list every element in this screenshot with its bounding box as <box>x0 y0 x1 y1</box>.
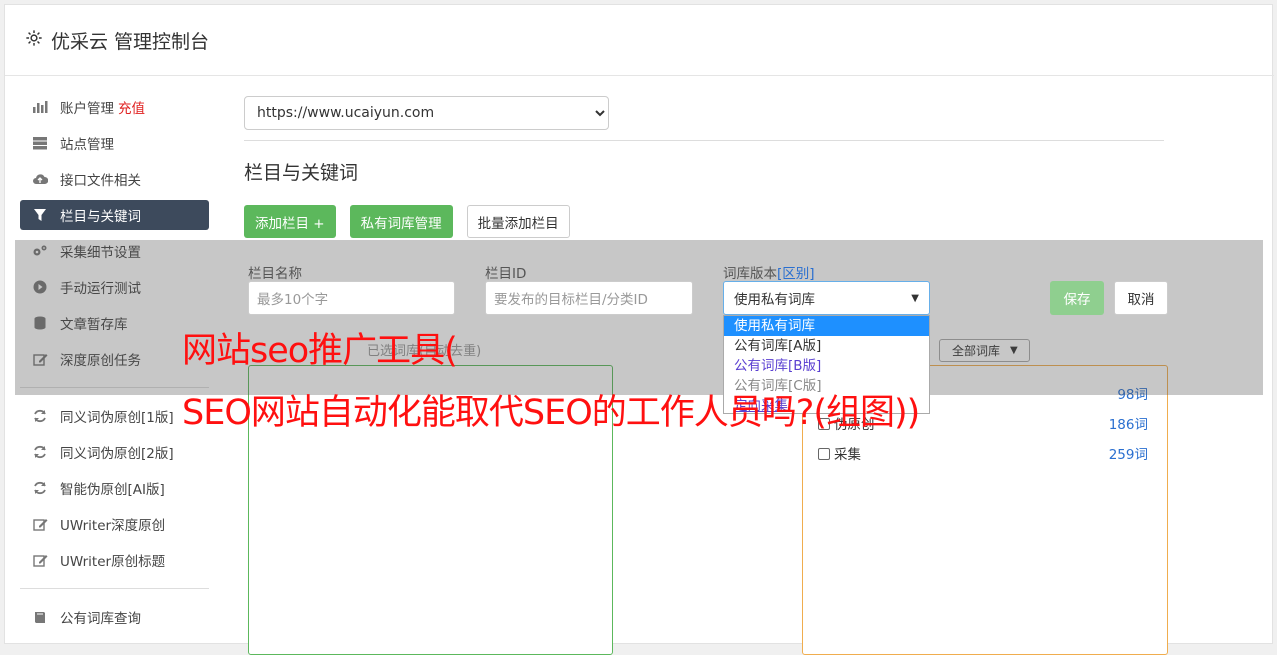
refresh-icon <box>31 407 49 425</box>
dropdown-option[interactable]: 公有词库[A版] <box>724 336 929 356</box>
sidebar-item-label: 接口文件相关 <box>60 173 141 189</box>
edit-icon <box>31 515 49 533</box>
filter-icon <box>31 206 49 224</box>
gear-icon[interactable] <box>25 29 43 51</box>
sidebar-item-label: 智能伪原创[AI版] <box>60 482 165 498</box>
cloud-upload-icon <box>31 170 49 188</box>
col-name-label: 栏目名称 <box>248 266 302 282</box>
lib-row-name: 采集 <box>834 447 861 463</box>
save-button[interactable]: 保存 <box>1050 281 1104 315</box>
sidebar-divider <box>20 588 209 589</box>
lib-row[interactable]: 采集 259词 <box>818 443 1148 463</box>
sidebar-item-label: 公有词库查询 <box>60 611 141 627</box>
lib-row-count: 186词 <box>1108 417 1148 433</box>
divider <box>244 140 1164 141</box>
sidebar-item-sites[interactable]: 站点管理 <box>20 128 209 158</box>
sidebar-item-columns-keywords[interactable]: 栏目与关键词 <box>20 200 209 230</box>
refresh-icon <box>31 479 49 497</box>
col-id-label: 栏目ID <box>485 266 527 282</box>
edit-icon <box>31 551 49 569</box>
main-area: https://www.ucaiyun.com <box>244 96 1164 130</box>
checkbox[interactable] <box>818 448 830 460</box>
sidebar-item-label: 站点管理 <box>60 137 114 153</box>
sidebar-item-uwriter-deep[interactable]: UWriter深度原创 <box>20 509 209 539</box>
sidebar-item-uwriter-title[interactable]: UWriter原创标题 <box>20 545 209 575</box>
sidebar-item-label: 账户管理 <box>60 101 114 117</box>
sidebar-item-public-lib[interactable]: 公有词库查询 <box>20 602 209 632</box>
lib-row-count: 259词 <box>1108 447 1148 463</box>
section-title: 栏目与关键词 <box>244 162 359 184</box>
sidebar-item-synonym-v2[interactable]: 同义词伪原创[2版] <box>20 437 209 467</box>
button-row: 添加栏目 + 私有词库管理 批量添加栏目 <box>244 205 570 238</box>
refresh-icon <box>31 443 49 461</box>
recharge-link[interactable]: 充值 <box>118 97 145 117</box>
site-select[interactable]: https://www.ucaiyun.com <box>244 96 609 130</box>
sidebar-item-label: 同义词伪原创[1版] <box>60 410 174 426</box>
sidebar-item-synonym-v1[interactable]: 同义词伪原创[1版] <box>20 401 209 431</box>
sidebar-item-interface[interactable]: 接口文件相关 <box>20 164 209 194</box>
private-lib-button[interactable]: 私有词库管理 <box>349 205 453 238</box>
col-name-input[interactable]: 最多10个字 <box>248 281 455 315</box>
diff-link[interactable]: [区别] <box>777 266 815 282</box>
dropdown-option[interactable]: 使用私有词库 <box>724 316 929 336</box>
lib-version-label: 词库版本[区别] <box>723 262 815 282</box>
sidebar-item-account[interactable]: 账户管理 充值 <box>20 92 209 122</box>
dropdown-option[interactable]: 公有词库[B版] <box>724 356 929 376</box>
sidebar-item-ai-rewrite[interactable]: 智能伪原创[AI版] <box>20 473 209 503</box>
sidebar-item-label: UWriter深度原创 <box>60 518 166 534</box>
top-bar: 优采云 管理控制台 <box>5 5 1274 76</box>
headline-line2: SEO网站自动化能取代SEO的工作人员吗?(组图)) <box>182 393 920 433</box>
book-icon <box>31 608 49 626</box>
col-id-input[interactable]: 要发布的目标栏目/分类ID <box>485 281 693 315</box>
sidebar-item-label: 栏目与关键词 <box>60 209 141 225</box>
add-column-button[interactable]: 添加栏目 + <box>244 205 336 238</box>
chevron-down-icon: ▼ <box>911 292 919 304</box>
lib-version-value: 使用私有词库 <box>734 292 815 308</box>
app-title: 优采云 管理控制台 <box>51 30 210 53</box>
sidebar-item-label: 同义词伪原创[2版] <box>60 446 174 462</box>
server-icon <box>31 134 49 152</box>
headline-line1: 网站seo推广工具( <box>182 331 458 371</box>
lib-version-select[interactable]: 使用私有词库 ▼ <box>723 281 930 315</box>
sidebar-item-label: UWriter原创标题 <box>60 554 166 570</box>
cancel-button[interactable]: 取消 <box>1114 281 1168 315</box>
lib-version-text: 词库版本 <box>723 266 777 282</box>
bar-chart-icon <box>31 98 49 116</box>
batch-add-button[interactable]: 批量添加栏目 <box>466 205 570 238</box>
